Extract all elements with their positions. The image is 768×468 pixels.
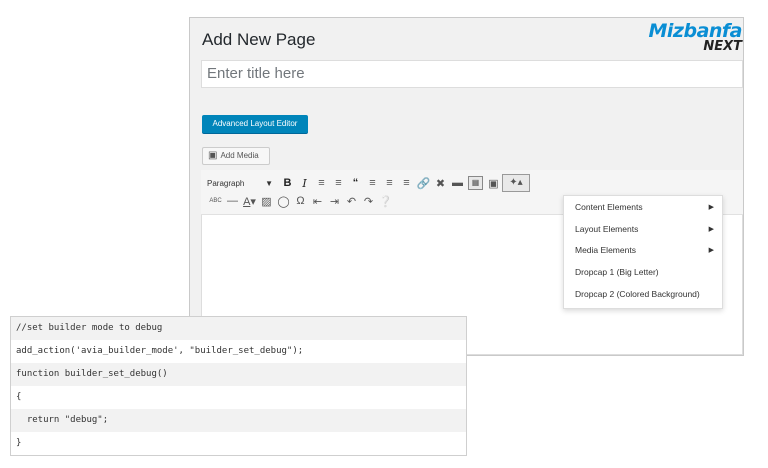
code-line: add_action('avia_builder_mode', "builder… [16,346,304,356]
link-icon[interactable]: 🔗 [415,177,432,190]
mizbanfa-logo: Mizbanfa NEXT [648,22,742,54]
dropdown-item-label: Dropcap 2 (Colored Background) [575,289,700,300]
add-media-button[interactable]: ▣ Add Media [202,147,270,165]
chevron-right-icon: ▶ [708,203,714,211]
align-right-icon[interactable]: ≡ [398,177,415,189]
toolbar-toggle-icon[interactable]: ▦ [468,176,483,190]
redo-icon[interactable]: ↷ [360,195,377,208]
chevron-right-icon: ▶ [708,247,714,255]
dropdown-item-dropcap-2[interactable]: Dropcap 2 (Colored Background) [564,283,722,305]
code-line: //set builder mode to debug [11,317,466,340]
align-center-icon[interactable]: ≡ [381,177,398,189]
advanced-layout-editor-button[interactable]: Advanced Layout Editor [202,115,308,133]
dropdown-item-label: Content Elements [575,201,643,212]
code-line: return "debug"; [11,409,466,432]
code-line: function builder_set_debug() [11,363,466,386]
code-line: { [16,392,22,402]
outdent-icon[interactable]: ⇤ [309,195,326,208]
add-media-icon: ▣ [208,150,218,161]
shortcode-wand-icon[interactable]: ✦▴ [502,174,530,192]
add-media-label: Add Media [220,151,259,160]
chevron-right-icon: ▶ [708,225,714,233]
horizontal-line-icon[interactable]: — [224,195,241,207]
strikethrough-icon[interactable]: ABC [207,198,224,204]
code-line: } [16,438,22,448]
toolbar-row-1: Paragraph ▼ B I ≡ ≡ “ ≡ ≡ ≡ 🔗 ✖ ▬ ▦ ▣ ✦▴ [207,174,530,192]
clear-formatting-icon[interactable]: ◯ [275,195,292,208]
undo-icon[interactable]: ↶ [343,195,360,208]
format-select[interactable]: Paragraph ▼ [207,179,279,188]
blockquote-icon[interactable]: “ [347,177,364,189]
dropdown-item-label: Media Elements [575,245,636,256]
read-more-icon[interactable]: ▬ [449,177,466,189]
shortcode-dropdown-menu: Content Elements ▶ Layout Elements ▶ Med… [563,195,723,309]
indent-icon[interactable]: ⇥ [326,195,343,208]
image-icon[interactable]: ▣ [485,177,502,190]
italic-icon[interactable]: I [296,177,313,190]
bold-icon[interactable]: B [279,177,296,189]
paste-text-icon[interactable]: ▨ [258,195,275,208]
dropdown-item-content-elements[interactable]: Content Elements ▶ [564,196,722,218]
help-icon[interactable]: ❔ [377,195,394,208]
chevron-down-icon: ▼ [265,178,273,188]
title-input[interactable]: Enter title here [201,60,743,88]
dropdown-item-dropcap-1[interactable]: Dropcap 1 (Big Letter) [564,261,722,283]
toolbar-row-2: ABC — A▾ ▨ ◯ Ω ⇤ ⇥ ↶ ↷ ❔ [207,192,394,210]
bullet-list-icon[interactable]: ≡ [313,177,330,189]
format-select-value: Paragraph [207,178,245,188]
align-left-icon[interactable]: ≡ [364,177,381,189]
code-snippet: //set builder mode to debug add_action('… [10,316,467,456]
numbered-list-icon[interactable]: ≡ [330,177,347,189]
page-title: Add New Page [202,30,316,49]
dropdown-item-label: Dropcap 1 (Big Letter) [575,267,659,278]
special-character-icon[interactable]: Ω [292,195,309,207]
dropdown-item-media-elements[interactable]: Media Elements ▶ [564,240,722,262]
unlink-icon[interactable]: ✖ [432,177,449,190]
dropdown-item-layout-elements[interactable]: Layout Elements ▶ [564,218,722,240]
text-color-icon[interactable]: A▾ [241,195,258,208]
dropdown-item-label: Layout Elements [575,223,639,234]
